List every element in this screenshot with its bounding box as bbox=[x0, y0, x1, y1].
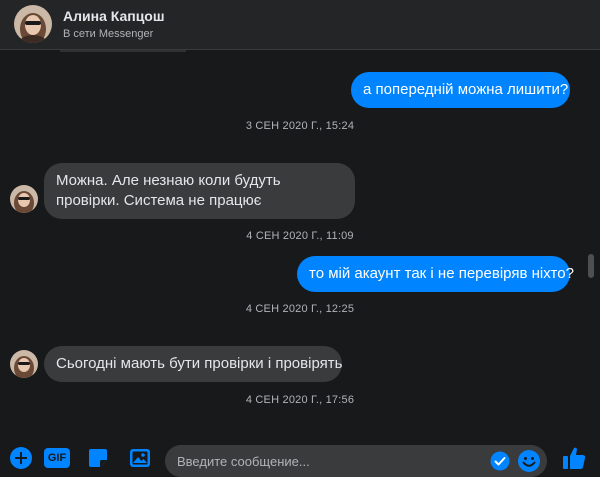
message-timestamp: 4 СЕН 2020 Г., 12:25 bbox=[245, 303, 355, 315]
messenger-window: Алина Капцош В сети Messenger а попередн… bbox=[0, 0, 600, 477]
message-input-wrapper bbox=[165, 445, 547, 477]
message-timestamp: 4 СЕН 2020 Г., 11:09 bbox=[246, 230, 354, 242]
outgoing-message[interactable]: а попередній можна лишити? bbox=[351, 72, 570, 108]
scrollbar-thumb[interactable] bbox=[588, 254, 594, 278]
message-composer: GIF bbox=[0, 436, 600, 477]
incoming-message[interactable]: Можна. Але незнаю коли будуть провірки. … bbox=[44, 163, 355, 219]
outgoing-message[interactable]: то мій акаунт так і не перевіряв ніхто? bbox=[297, 256, 574, 292]
chat-header: Алина Капцош В сети Messenger bbox=[0, 0, 600, 50]
contact-avatar-small[interactable] bbox=[10, 185, 38, 213]
message-list[interactable]: а попередній можна лишити? 3 СЕН 2020 Г.… bbox=[0, 51, 600, 435]
image-icon[interactable] bbox=[128, 446, 152, 470]
contact-avatar[interactable] bbox=[14, 5, 52, 43]
thumbs-up-icon[interactable] bbox=[561, 445, 587, 471]
plus-circle-icon[interactable] bbox=[9, 446, 33, 470]
sticker-icon[interactable] bbox=[86, 446, 110, 470]
incoming-message[interactable]: Сьогодні мають бути провірки і провірять bbox=[44, 346, 342, 382]
message-timestamp: 4 СЕН 2020 Г., 17:56 bbox=[245, 394, 355, 406]
contact-avatar-small[interactable] bbox=[10, 350, 38, 378]
message-timestamp: 3 СЕН 2020 Г., 15:24 bbox=[245, 120, 355, 132]
contact-status: В сети Messenger bbox=[63, 28, 154, 40]
contact-name[interactable]: Алина Капцош bbox=[63, 8, 165, 24]
gif-button[interactable]: GIF bbox=[44, 448, 70, 468]
emoji-icon[interactable] bbox=[517, 449, 541, 473]
message-input[interactable] bbox=[177, 452, 487, 470]
check-circle-icon bbox=[490, 451, 510, 471]
